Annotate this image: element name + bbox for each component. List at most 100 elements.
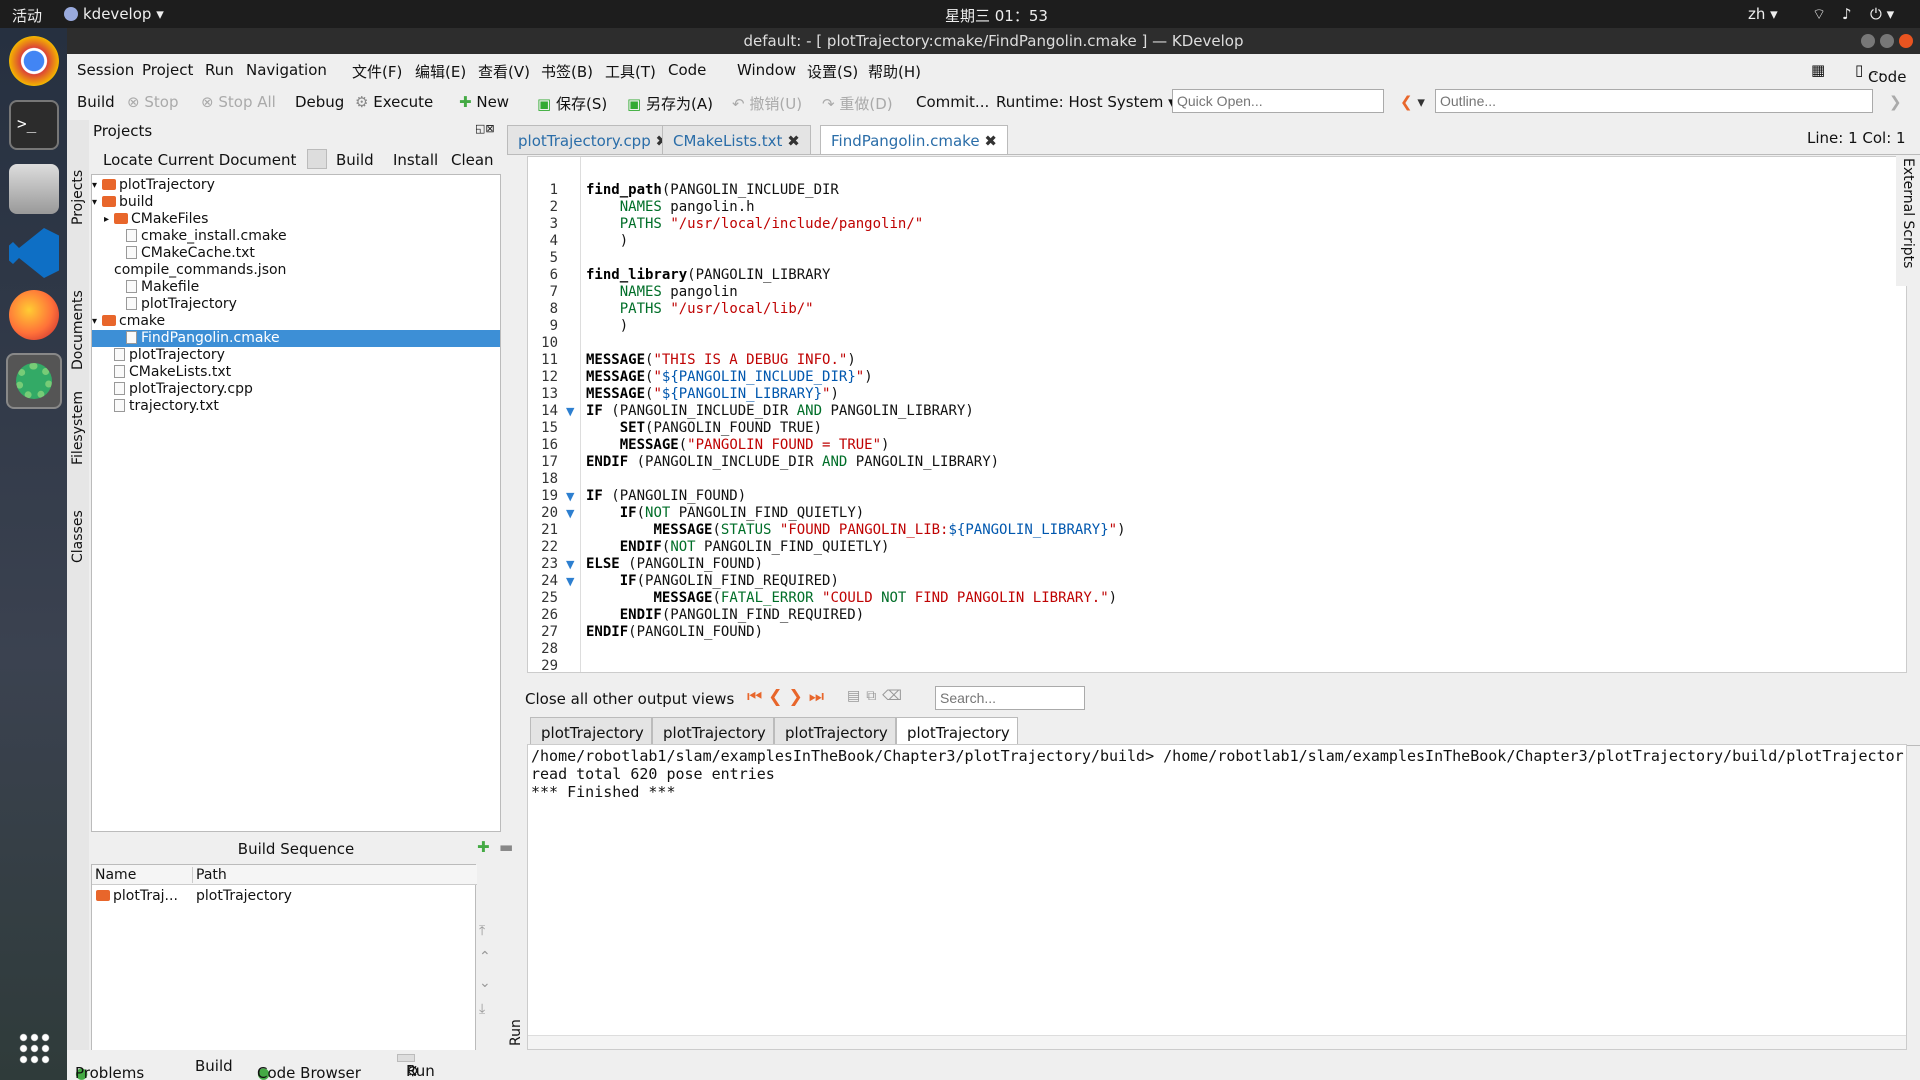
menu-settings[interactable]: 设置(S) — [807, 61, 858, 82]
maximize-button[interactable] — [1880, 34, 1894, 48]
code-line[interactable]: find_path(PANGOLIN_INCLUDE_DIR — [586, 182, 1126, 199]
tree-item[interactable]: ▾ cmake — [92, 313, 500, 330]
fold-toggle-icon[interactable]: ▼ — [566, 488, 578, 505]
horizontal-scrollbar[interactable] — [528, 1035, 1906, 1049]
undo-button[interactable]: ↶ 撤销(U) — [732, 93, 802, 114]
menu-session[interactable]: Session — [77, 61, 134, 79]
tree-item[interactable]: Makefile — [92, 279, 500, 296]
save-button[interactable]: ▣ 保存(S) — [537, 93, 607, 114]
code-line[interactable]: MESSAGE("THIS IS A DEBUG INFO.") — [586, 352, 1126, 369]
outline-input[interactable] — [1435, 89, 1873, 113]
tree-item[interactable]: ▾ plotTrajectory — [92, 177, 500, 194]
code-line[interactable]: MESSAGE("${PANGOLIN_LIBRARY}") — [586, 386, 1126, 403]
output-view[interactable]: /home/robotlab1/slam/examplesInTheBook/C… — [527, 744, 1907, 1050]
close-all-output-button[interactable]: Close all other output views — [525, 690, 734, 708]
move-up-icon[interactable]: ⌃ — [479, 944, 499, 970]
minimize-button[interactable] — [1861, 34, 1875, 48]
add-icon[interactable]: ✚ — [477, 838, 490, 856]
expand-arrow-icon[interactable]: ▾ — [92, 177, 97, 194]
firefox-icon[interactable] — [9, 290, 59, 340]
move-bottom-icon[interactable]: ⤓ — [479, 996, 499, 1022]
code-line[interactable]: SET(PANGOLIN_FOUND TRUE) — [586, 420, 1126, 437]
code-line[interactable]: ELSE (PANGOLIN_FOUND) — [586, 556, 1126, 573]
tree-item[interactable]: cmake_install.cmake — [92, 228, 500, 245]
power-icon[interactable]: ⏻ ▾ — [1870, 5, 1894, 23]
editor-tab[interactable]: FindPangolin.cmake ✖ — [820, 125, 1008, 155]
fold-toggle-icon[interactable]: ▼ — [566, 505, 578, 522]
menu-edit[interactable]: 编辑(E) — [415, 61, 466, 82]
menu-run[interactable]: Run — [205, 61, 234, 79]
code-area-button[interactable]: ▯ Code… — [1855, 61, 1906, 86]
run-side-label[interactable]: Run — [508, 1019, 524, 1046]
locate-current-document-button[interactable]: Locate Current Document — [103, 151, 296, 169]
fold-toggle-icon[interactable]: ▼ — [566, 556, 578, 573]
runtime-selector[interactable]: Runtime: Host System ▾ — [996, 93, 1176, 111]
code-line[interactable] — [586, 335, 1126, 352]
editor-tab[interactable]: CMakeLists.txt ✖ — [662, 125, 811, 155]
output-tab[interactable]: plotTrajectory — [896, 717, 1018, 747]
expand-arrow-icon[interactable]: ▾ — [92, 313, 97, 330]
clock[interactable]: 星期三 01：53 — [945, 5, 1048, 26]
tab-build[interactable]: Build — [195, 1057, 233, 1075]
save-as-button[interactable]: ▣ 另存为(A) — [627, 93, 713, 114]
code-line[interactable]: IF (PANGOLIN_FOUND) — [586, 488, 1126, 505]
move-top-icon[interactable]: ⤒ — [479, 918, 499, 944]
tree-item[interactable]: ▾ build — [92, 194, 500, 211]
terminal-icon[interactable]: >_ — [9, 100, 59, 150]
fold-toggle-icon[interactable]: ▼ — [566, 573, 578, 590]
activities-button[interactable]: 活动 — [12, 5, 42, 26]
collapse-arrow-icon[interactable]: ▸ — [104, 211, 109, 228]
quick-open-input[interactable] — [1172, 89, 1384, 113]
sidetab-classes[interactable]: Classes — [70, 510, 86, 563]
code-line[interactable] — [586, 250, 1126, 267]
sidetab-external-scripts[interactable]: External Scripts — [1900, 158, 1916, 268]
close-tab-icon[interactable]: ✖ — [782, 132, 800, 150]
execute-button[interactable]: ⚙ Execute — [355, 93, 433, 111]
tree-item[interactable]: trajectory.txt — [92, 398, 500, 415]
col-path[interactable]: Path — [192, 867, 227, 883]
menu-tools[interactable]: 工具(T) — [605, 61, 656, 82]
sidetab-filesystem[interactable]: Filesystem — [70, 391, 86, 465]
code-line[interactable]: PATHS "/usr/local/lib/" — [586, 301, 1126, 318]
project-clean-button[interactable]: Clean — [451, 151, 494, 169]
vscode-icon[interactable] — [9, 228, 59, 278]
output-copy-icons[interactable]: ▤⧉⌫ — [847, 688, 908, 704]
table-row[interactable]: plotTraj... plotTrajectory — [92, 887, 477, 905]
menu-bookmarks[interactable]: 书签(B) — [541, 61, 593, 82]
commit-button[interactable]: Commit... — [916, 93, 989, 111]
redo-button[interactable]: ↷ 重做(D) — [822, 93, 893, 114]
code-line[interactable]: ENDIF(PANGOLIN_FIND_REQUIRED) — [586, 607, 1126, 624]
output-tab[interactable]: plotTrajectory — [652, 717, 774, 747]
output-tab[interactable]: plotTrajectory — [530, 717, 652, 747]
tree-item[interactable]: CMakeCache.txt — [92, 245, 500, 262]
area-switcher-icon[interactable]: ▦ — [1811, 61, 1825, 79]
tree-item[interactable]: plotTrajectory — [92, 296, 500, 313]
menu-project[interactable]: Project — [142, 61, 193, 79]
files-icon[interactable] — [9, 164, 59, 214]
code-text[interactable]: find_path(PANGOLIN_INCLUDE_DIR NAMES pan… — [586, 182, 1126, 675]
close-tab-icon[interactable]: ✖ — [980, 132, 997, 150]
tree-item[interactable]: plotTrajectory.cpp — [92, 381, 500, 398]
forward-arrow-icon[interactable]: ❯ — [1889, 93, 1902, 111]
code-line[interactable]: MESSAGE(FATAL_ERROR "COULD NOT FIND PANG… — [586, 590, 1126, 607]
code-line[interactable]: MESSAGE(STATUS "FOUND PANGOLIN_LIB:${PAN… — [586, 522, 1125, 539]
new-button[interactable]: ✚ New — [459, 93, 509, 111]
tree-item[interactable]: FindPangolin.cmake — [92, 330, 500, 347]
show-apps-icon[interactable] — [18, 1032, 50, 1064]
expand-arrow-icon[interactable]: ▾ — [92, 194, 97, 211]
remove-icon[interactable]: ▬ — [499, 838, 513, 856]
code-line[interactable]: ENDIF(NOT PANGOLIN_FIND_QUIETLY) — [586, 539, 1126, 556]
kdevelop-dock-icon[interactable] — [6, 353, 62, 409]
stop-button[interactable]: ⊗ Stop — [127, 93, 178, 111]
tree-item[interactable]: plotTrajectory — [92, 347, 500, 364]
code-line[interactable]: IF (PANGOLIN_INCLUDE_DIR AND PANGOLIN_LI… — [586, 403, 1126, 420]
debug-button[interactable]: Debug — [295, 93, 344, 111]
code-line[interactable]: ENDIF (PANGOLIN_INCLUDE_DIR AND PANGOLIN… — [586, 454, 1126, 471]
menu-navigation[interactable]: Navigation — [246, 61, 327, 79]
build-hammer-icon[interactable] — [307, 149, 327, 169]
code-line[interactable]: MESSAGE("PANGOLIN FOUND = TRUE") — [586, 437, 1126, 454]
code-line[interactable] — [586, 641, 1126, 658]
code-line[interactable]: NAMES pangolin — [586, 284, 1126, 301]
output-nav-icons[interactable]: ⏮❮❯⏭ — [747, 687, 830, 707]
code-line[interactable]: find_library(PANGOLIN_LIBRARY — [586, 267, 1126, 284]
